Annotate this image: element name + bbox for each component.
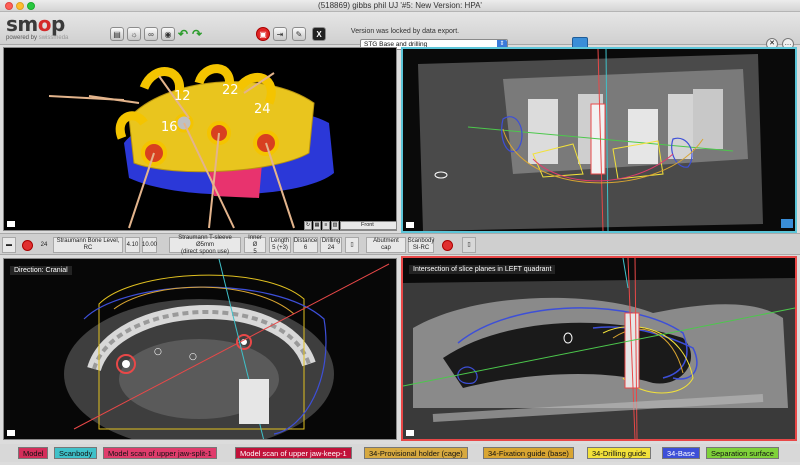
glasses-icon[interactable]: ∞ [144,27,158,41]
implant-system[interactable]: Straumann Bone Level, RC [53,237,123,253]
camera-icon[interactable]: ◉ [161,27,175,41]
rotate-icon[interactable]: ↻ [304,221,312,230]
slice-icon[interactable]: ▥ [331,221,339,230]
implant-length[interactable]: 10.00 [142,237,157,253]
svg-text:○: ○ [154,347,162,357]
legend-item-separation-surface[interactable]: Separation surface [706,447,779,459]
legend-item-drilling-guide[interactable]: 34-Drilling guide [587,447,652,459]
undo-icon[interactable]: ↶ [176,27,190,41]
document-icon[interactable]: ▤ [110,27,124,41]
lock-implant-icon[interactable] [22,240,33,251]
trash-icon[interactable]: ▯ [462,237,476,253]
sleeve-length-value: 5 (+3) [272,245,288,251]
legend-item-base[interactable]: 34-Base [662,447,700,459]
viewport-slice-cross[interactable]: Intersection of slice planes in LEFT qua… [401,256,797,441]
legend-item-model-scan-keep[interactable]: Model scan of upper jaw-keep-1 [235,447,352,459]
viewport-slice-axial[interactable]: ○ ○ Direction: Cranial [3,258,397,440]
tooth-number: 24 [40,241,48,248]
app-logo: smop powered by swissmeda [6,14,106,44]
legend-item-fixation-guide[interactable]: 34-Fixation guide (base) [483,447,574,459]
tooth-label-16: 16 [161,120,178,135]
orientation-marker-icon [7,430,15,436]
legend-item-scanbody[interactable]: Scanbody [54,447,98,459]
lock-scanbody-icon[interactable] [442,240,453,251]
ct-axial-render: ○ ○ [4,259,396,439]
layer-legend: Model Scanbody Model scan of upper jaw-s… [0,444,800,462]
implant-info-bar: ▬ 24 Straumann Bone Level, RC 4.10 10.00… [0,233,800,255]
tooth-label-24: 24 [254,102,271,117]
inner-diameter-value: 5 [253,248,257,255]
logo-wordmark: smop [6,12,65,36]
viewport-3d[interactable]: 12 22 24 16 ↻ ▦ ≡ ▥ Front [3,47,397,231]
legend-item-model[interactable]: Model [18,447,49,459]
toolbar: smop powered by swissmeda ▤ ☼ ∞ ◉ ↶ ↷ ▣ … [0,12,800,51]
logo-tagline: powered by swissmeda [6,35,69,41]
tooth-label-12: 12 [174,89,191,104]
sleeve-length-field[interactable]: Length 5 (+3) [269,237,291,253]
orientation-marker-icon [7,221,15,227]
ct-slice-render [403,49,795,231]
scanbody-value: SI-RC [412,245,430,251]
legend-item-model-scan-split[interactable]: Model scan of upper jaw-split-1 [103,447,217,459]
viewport-slice-label: Intersection of slice planes in LEFT qua… [409,265,556,274]
collapse-icon[interactable]: ▬ [2,237,16,253]
drilling-field[interactable]: Drilling 24 [320,237,342,253]
export-icon[interactable]: ⇥ [273,27,287,41]
distance-value: 6 [303,245,308,251]
lock-icon[interactable]: ▣ [256,27,270,41]
title-bar: (518869) gibbs phil UJ '#5: New Version:… [0,0,800,12]
orientation-marker-icon [406,430,414,436]
view-controls: ↻ ▦ ≡ ▥ Front [304,221,396,230]
app-window: (518869) gibbs phil UJ '#5: New Version:… [0,0,800,465]
sleeve-select[interactable]: Straumann T-sleeve Ø5mm (direct spoon us… [169,234,241,255]
sleeve-length-label: Length [270,238,290,244]
tooth-label-22: 22 [222,83,239,98]
sleeve-name: Straumann T-sleeve Ø5mm [178,234,232,248]
trash-icon[interactable]: ▯ [345,237,359,253]
inner-diameter-field[interactable]: Inner Ø 5 [244,234,266,255]
scanbody-field[interactable]: Scanbody SI-RC [408,237,434,253]
viewport-slice-tangential[interactable] [401,47,797,233]
drilling-value: 24 [327,245,335,251]
sleeve-note: (direct spoon use) [180,248,230,255]
implant-diameter[interactable]: 4.10 [125,237,140,253]
drilling-label: Drilling [321,238,341,244]
legend-item-provisional-holder[interactable]: 34-Provisional holder (cage) [364,447,468,459]
lightbulb-icon[interactable]: ☼ [127,27,141,41]
3d-model-render: 12 22 24 16 [48,64,334,229]
view-direction-select[interactable]: Front [340,221,396,230]
inner-diameter-label: Inner Ø [248,234,262,248]
svg-text:○: ○ [189,352,197,362]
grid-icon[interactable]: ▦ [313,221,321,230]
abutment-cap-button[interactable]: Abutment cap [366,237,406,253]
scanbody-label: Scanbody [407,238,435,244]
lock-status-text: Version was locked by data export. [350,28,460,35]
ct-cross-render [403,258,795,439]
redo-icon[interactable]: ↷ [190,27,204,41]
viewport-direction-label: Direction: Cranial [10,266,72,275]
window-title: (518869) gibbs phil UJ '#5: New Version:… [318,1,482,10]
orientation-marker-icon [406,222,414,228]
distance-field[interactable]: Distance 6 [293,237,318,253]
view-direction-value: Front [361,222,374,228]
distance-label: Distance [293,238,318,244]
layers-icon[interactable]: ≡ [322,221,330,230]
